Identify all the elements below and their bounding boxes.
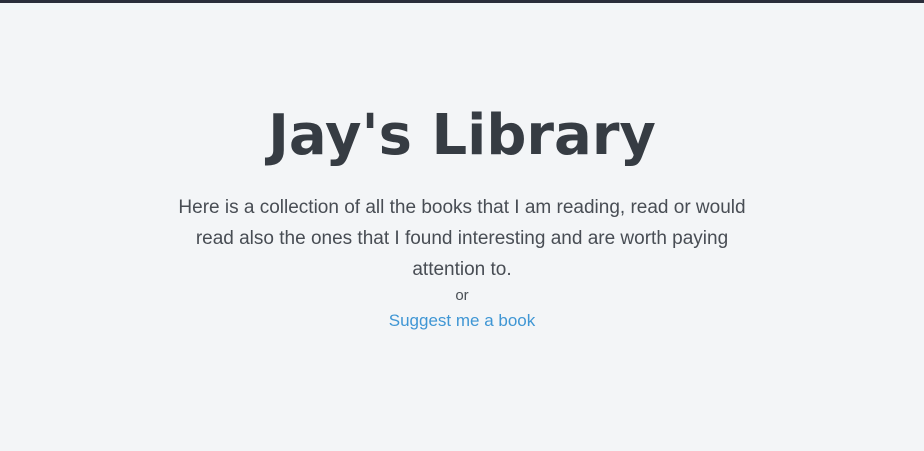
or-separator: or <box>455 287 469 304</box>
suggest-book-link[interactable]: Suggest me a book <box>389 310 535 332</box>
library-description: Here is a collection of all the books th… <box>178 197 746 280</box>
page-title: Jay's Library <box>268 103 656 168</box>
top-bar <box>0 0 924 3</box>
hero-section: Jay's Library Here is a collection of al… <box>0 100 924 332</box>
